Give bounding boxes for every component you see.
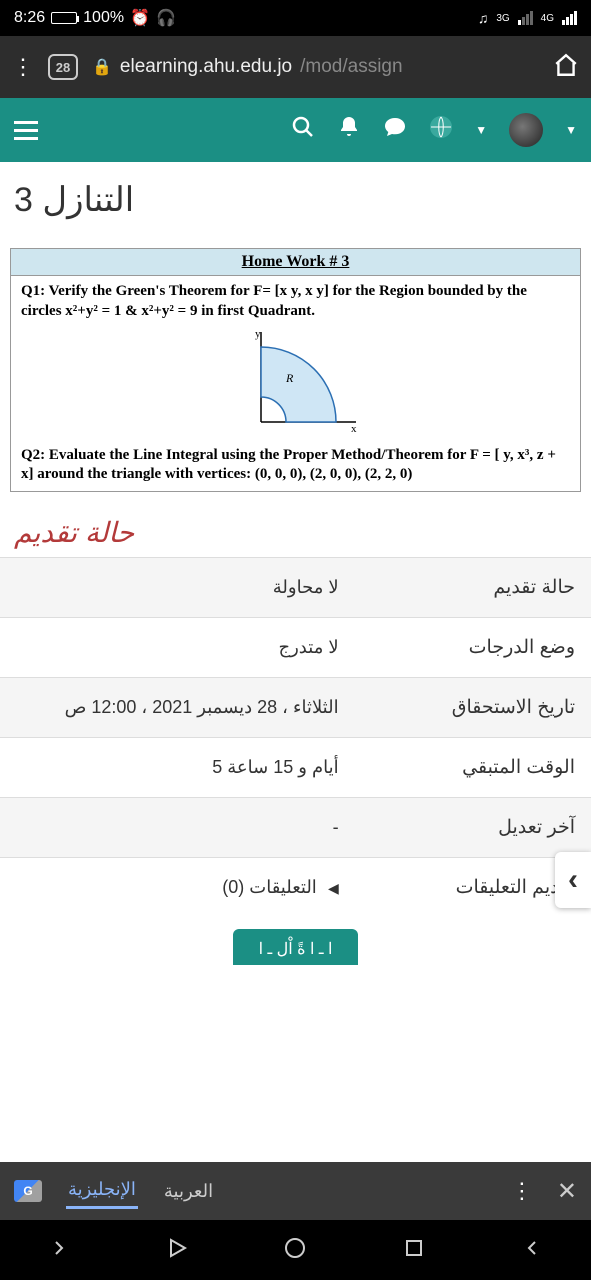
home-button[interactable]: [553, 52, 579, 83]
modified-value: -: [0, 797, 355, 857]
due-value: الثلاثاء ، 28 ديسمبر 2021 ، 12:00 ص: [0, 677, 355, 737]
menu-button[interactable]: [14, 121, 38, 140]
globe-button[interactable]: [429, 115, 453, 145]
translate-close-button[interactable]: ✕: [557, 1177, 577, 1206]
caret-left-icon: ▶: [328, 880, 339, 897]
translate-bar: G الإنجليزية العربية ⋮ ✕: [0, 1162, 591, 1220]
submission-status-table: حالة تقديم لا محاولة وضع الدرجات لا متدر…: [0, 557, 591, 917]
messages-button[interactable]: [383, 115, 407, 145]
chevron-down-icon: ▼: [475, 123, 487, 137]
tab-switcher-button[interactable]: 28: [48, 54, 78, 80]
clock: 8:26: [14, 9, 45, 27]
svg-text:x: x: [351, 423, 357, 435]
nav-expand-button[interactable]: [47, 1236, 71, 1265]
due-label: تاريخ الاستحقاق: [355, 677, 591, 737]
grade-label: وضع الدرجات: [355, 617, 591, 677]
signal-2-icon: [562, 11, 577, 25]
signal-1-icon: [518, 11, 533, 25]
lang-arabic-tab[interactable]: العربية: [162, 1175, 215, 1208]
page-title: التنازل 3: [0, 162, 591, 230]
alarm-icon: ⏰: [130, 8, 150, 28]
nav-collapse-button[interactable]: [520, 1236, 544, 1265]
nav-back-button[interactable]: [165, 1236, 189, 1265]
notifications-button[interactable]: [337, 115, 361, 145]
url-path: /mod/assign: [300, 56, 402, 78]
battery-percent: 100%: [83, 9, 124, 27]
question-2: Q2: Evaluate the Line Integral using the…: [21, 446, 570, 485]
search-button[interactable]: [291, 115, 315, 145]
music-icon: ♫: [478, 10, 489, 26]
nav-recents-button[interactable]: [402, 1236, 426, 1265]
remaining-label: الوقت المتبقي: [355, 737, 591, 797]
url-host: elearning.ahu.edu.jo: [120, 56, 292, 78]
status-label: حالة تقديم: [355, 557, 591, 617]
homework-header: Home Work # 3: [11, 249, 580, 276]
google-translate-icon[interactable]: G: [14, 1180, 42, 1202]
svg-text:y: y: [255, 328, 261, 340]
browser-bar: ⋮ 28 🔒 elearning.ahu.edu.jo/mod/assign: [0, 36, 591, 98]
table-row: تقديم التعليقات ▶ التعليقات (0): [0, 857, 591, 917]
table-row: وضع الدرجات لا متدرج: [0, 617, 591, 677]
avatar[interactable]: [509, 113, 543, 147]
region-diagram: y x R: [21, 327, 570, 444]
homework-card: Home Work # 3 Q1: Verify the Green's The…: [10, 248, 581, 492]
battery-icon: [51, 12, 77, 24]
app-header: ▼ ▼: [0, 98, 591, 162]
side-drawer-toggle[interactable]: ‹: [555, 852, 591, 908]
modified-label: آخر تعديل: [355, 797, 591, 857]
table-row: الوقت المتبقي أيام و 15 ساعة 5: [0, 737, 591, 797]
table-row: حالة تقديم لا محاولة: [0, 557, 591, 617]
comments-count: التعليقات (0): [222, 877, 317, 897]
chevron-down-icon: ▼: [565, 123, 577, 137]
table-row: تاريخ الاستحقاق الثلاثاء ، 28 ديسمبر 202…: [0, 677, 591, 737]
grade-value: لا متدرج: [0, 617, 355, 677]
question-1: Q1: Verify the Green's Theorem for F= [x…: [21, 282, 570, 321]
translate-menu-button[interactable]: ⋮: [511, 1178, 533, 1204]
headset-icon: 🎧: [156, 8, 176, 28]
table-row: آخر تعديل -: [0, 797, 591, 857]
comments-toggle[interactable]: ▶ التعليقات (0): [222, 877, 338, 897]
submission-section-title: حالة تقديم: [0, 502, 591, 557]
add-submission-button[interactable]: ا ـ ا ةً اْل ـ ا: [233, 929, 359, 965]
page-content: التنازل 3 Home Work # 3 Q1: Verify the G…: [0, 162, 591, 1162]
status-value: لا محاولة: [0, 557, 355, 617]
address-bar[interactable]: 🔒 elearning.ahu.edu.jo/mod/assign: [92, 56, 539, 78]
lock-icon: 🔒: [92, 57, 112, 77]
lang-english-tab[interactable]: الإنجليزية: [66, 1173, 138, 1209]
net-3g-label: 3G: [496, 13, 509, 24]
remaining-value: أيام و 15 ساعة 5: [0, 737, 355, 797]
status-bar: 8:26 100% ⏰ 🎧 ♫ 3G 4G: [0, 0, 591, 36]
net-4g-label: 4G: [541, 13, 554, 24]
browser-menu-button[interactable]: ⋮: [12, 54, 34, 80]
nav-home-button[interactable]: [283, 1236, 307, 1265]
svg-text:R: R: [285, 371, 294, 385]
system-nav-bar: [0, 1220, 591, 1280]
